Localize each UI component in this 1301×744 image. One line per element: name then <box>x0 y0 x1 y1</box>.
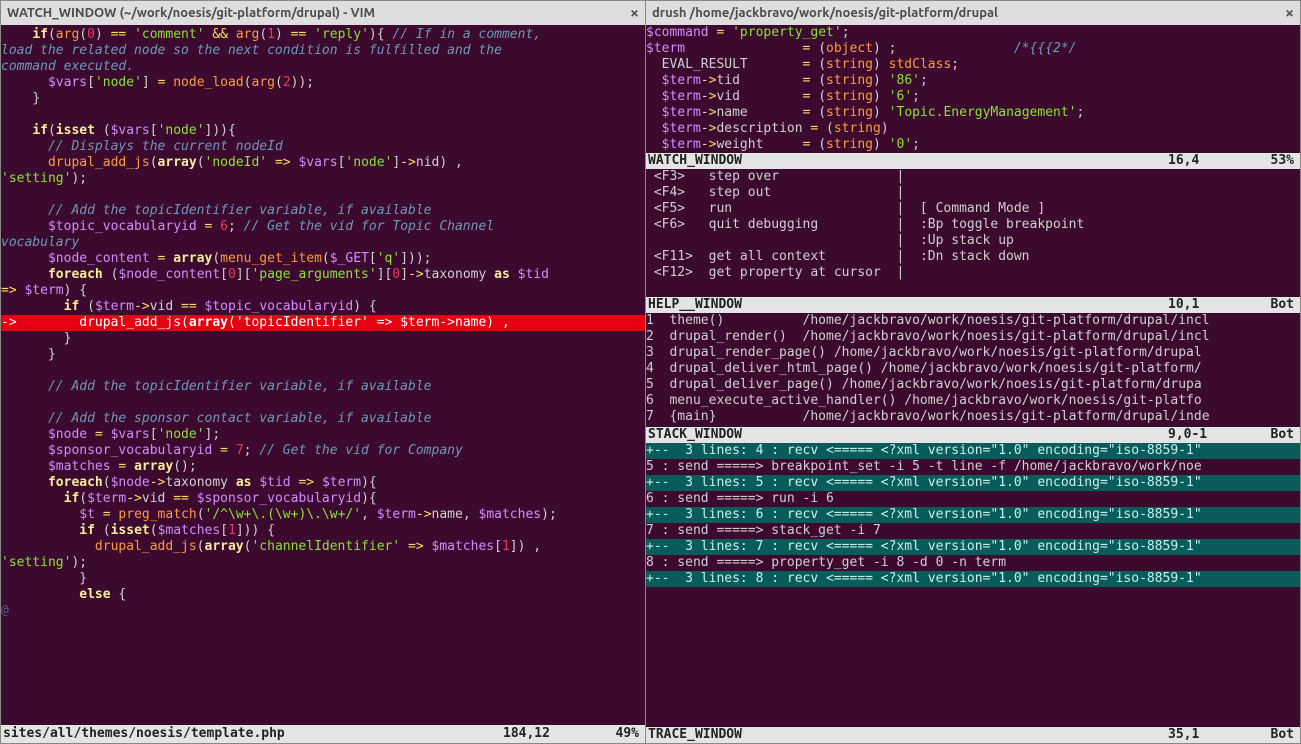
trace-pos: 35,1 <box>1168 727 1248 743</box>
trace-row: 5 : send =====> breakpoint_set -i 5 -t l… <box>646 459 1202 474</box>
help-title: HELP__WINDOW <box>648 297 1168 313</box>
watch-window-content[interactable]: $command = 'property_get'; $term = (obje… <box>646 25 1300 153</box>
help-status: HELP__WINDOW 10,1 Bot <box>646 297 1300 313</box>
trace-pct: Bot <box>1248 727 1298 743</box>
trace-title: TRACE_WINDOW <box>648 727 1168 743</box>
breakpoint-line: -> drupal_add_js(array('topicIdentifier'… <box>1 315 645 331</box>
stack-pct: Bot <box>1248 427 1298 443</box>
status-pos: 184,12 <box>503 725 593 743</box>
help-pct: Bot <box>1248 297 1298 313</box>
trace-row: 7 : send =====> stack_get -i 7 <box>646 523 881 538</box>
stack-pos: 9,0-1 <box>1168 427 1248 443</box>
close-icon[interactable]: × <box>630 4 639 22</box>
left-tab-title[interactable]: WATCH_WINDOW (~/work/noesis/git-platform… <box>7 6 375 20</box>
trace-row: 6 : send =====> run -i 6 <box>646 491 834 506</box>
status-pct: 49% <box>593 725 643 743</box>
trace-row: +-- 3 lines: 4 : recv <===== <?xml versi… <box>646 443 1300 459</box>
window-container: WATCH_WINDOW (~/work/noesis/git-platform… <box>0 0 1301 744</box>
left-tab-bar: WATCH_WINDOW (~/work/noesis/git-platform… <box>1 1 645 25</box>
watch-status: WATCH_WINDOW 16,4 53% <box>646 153 1300 169</box>
right-tab-title[interactable]: drush /home/jackbravo/work/noesis/git-pl… <box>652 6 998 20</box>
right-stack: $command = 'property_get'; $term = (obje… <box>646 25 1300 743</box>
help-pos: 10,1 <box>1168 297 1248 313</box>
watch-pct: 53% <box>1248 153 1298 169</box>
close-icon[interactable]: × <box>1285 4 1294 22</box>
stack-window-content[interactable]: 1 theme() /home/jackbravo/work/noesis/gi… <box>646 313 1300 427</box>
trace-row: +-- 3 lines: 5 : recv <===== <?xml versi… <box>646 475 1300 491</box>
stack-status: STACK_WINDOW 9,0-1 Bot <box>646 427 1300 443</box>
status-file: sites/all/themes/noesis/template.php <box>3 725 503 743</box>
right-pane: drush /home/jackbravo/work/noesis/git-pl… <box>646 1 1300 743</box>
trace-row: 8 : send =====> property_get -i 8 -d 0 -… <box>646 555 1006 570</box>
watch-title: WATCH_WINDOW <box>648 153 1168 169</box>
left-pane: WATCH_WINDOW (~/work/noesis/git-platform… <box>1 1 646 743</box>
trace-row: +-- 3 lines: 8 : recv <===== <?xml versi… <box>646 571 1300 587</box>
stack-title: STACK_WINDOW <box>648 427 1168 443</box>
trace-row: +-- 3 lines: 6 : recv <===== <?xml versi… <box>646 507 1300 523</box>
watch-pos: 16,4 <box>1168 153 1248 169</box>
help-window-content[interactable]: <F3> step over | <F4> step out | <F5> ru… <box>646 169 1300 297</box>
debug-arrow-icon: -> <box>1 315 17 330</box>
left-status-bar: sites/all/themes/noesis/template.php 184… <box>1 725 645 743</box>
trace-window-content[interactable]: +-- 3 lines: 4 : recv <===== <?xml versi… <box>646 443 1300 727</box>
right-tab-bar: drush /home/jackbravo/work/noesis/git-pl… <box>646 1 1300 25</box>
left-editor[interactable]: if(arg(0) == 'comment' && arg(1) == 'rep… <box>1 25 645 725</box>
trace-row: +-- 3 lines: 7 : recv <===== <?xml versi… <box>646 539 1300 555</box>
trace-status: TRACE_WINDOW 35,1 Bot <box>646 727 1300 743</box>
